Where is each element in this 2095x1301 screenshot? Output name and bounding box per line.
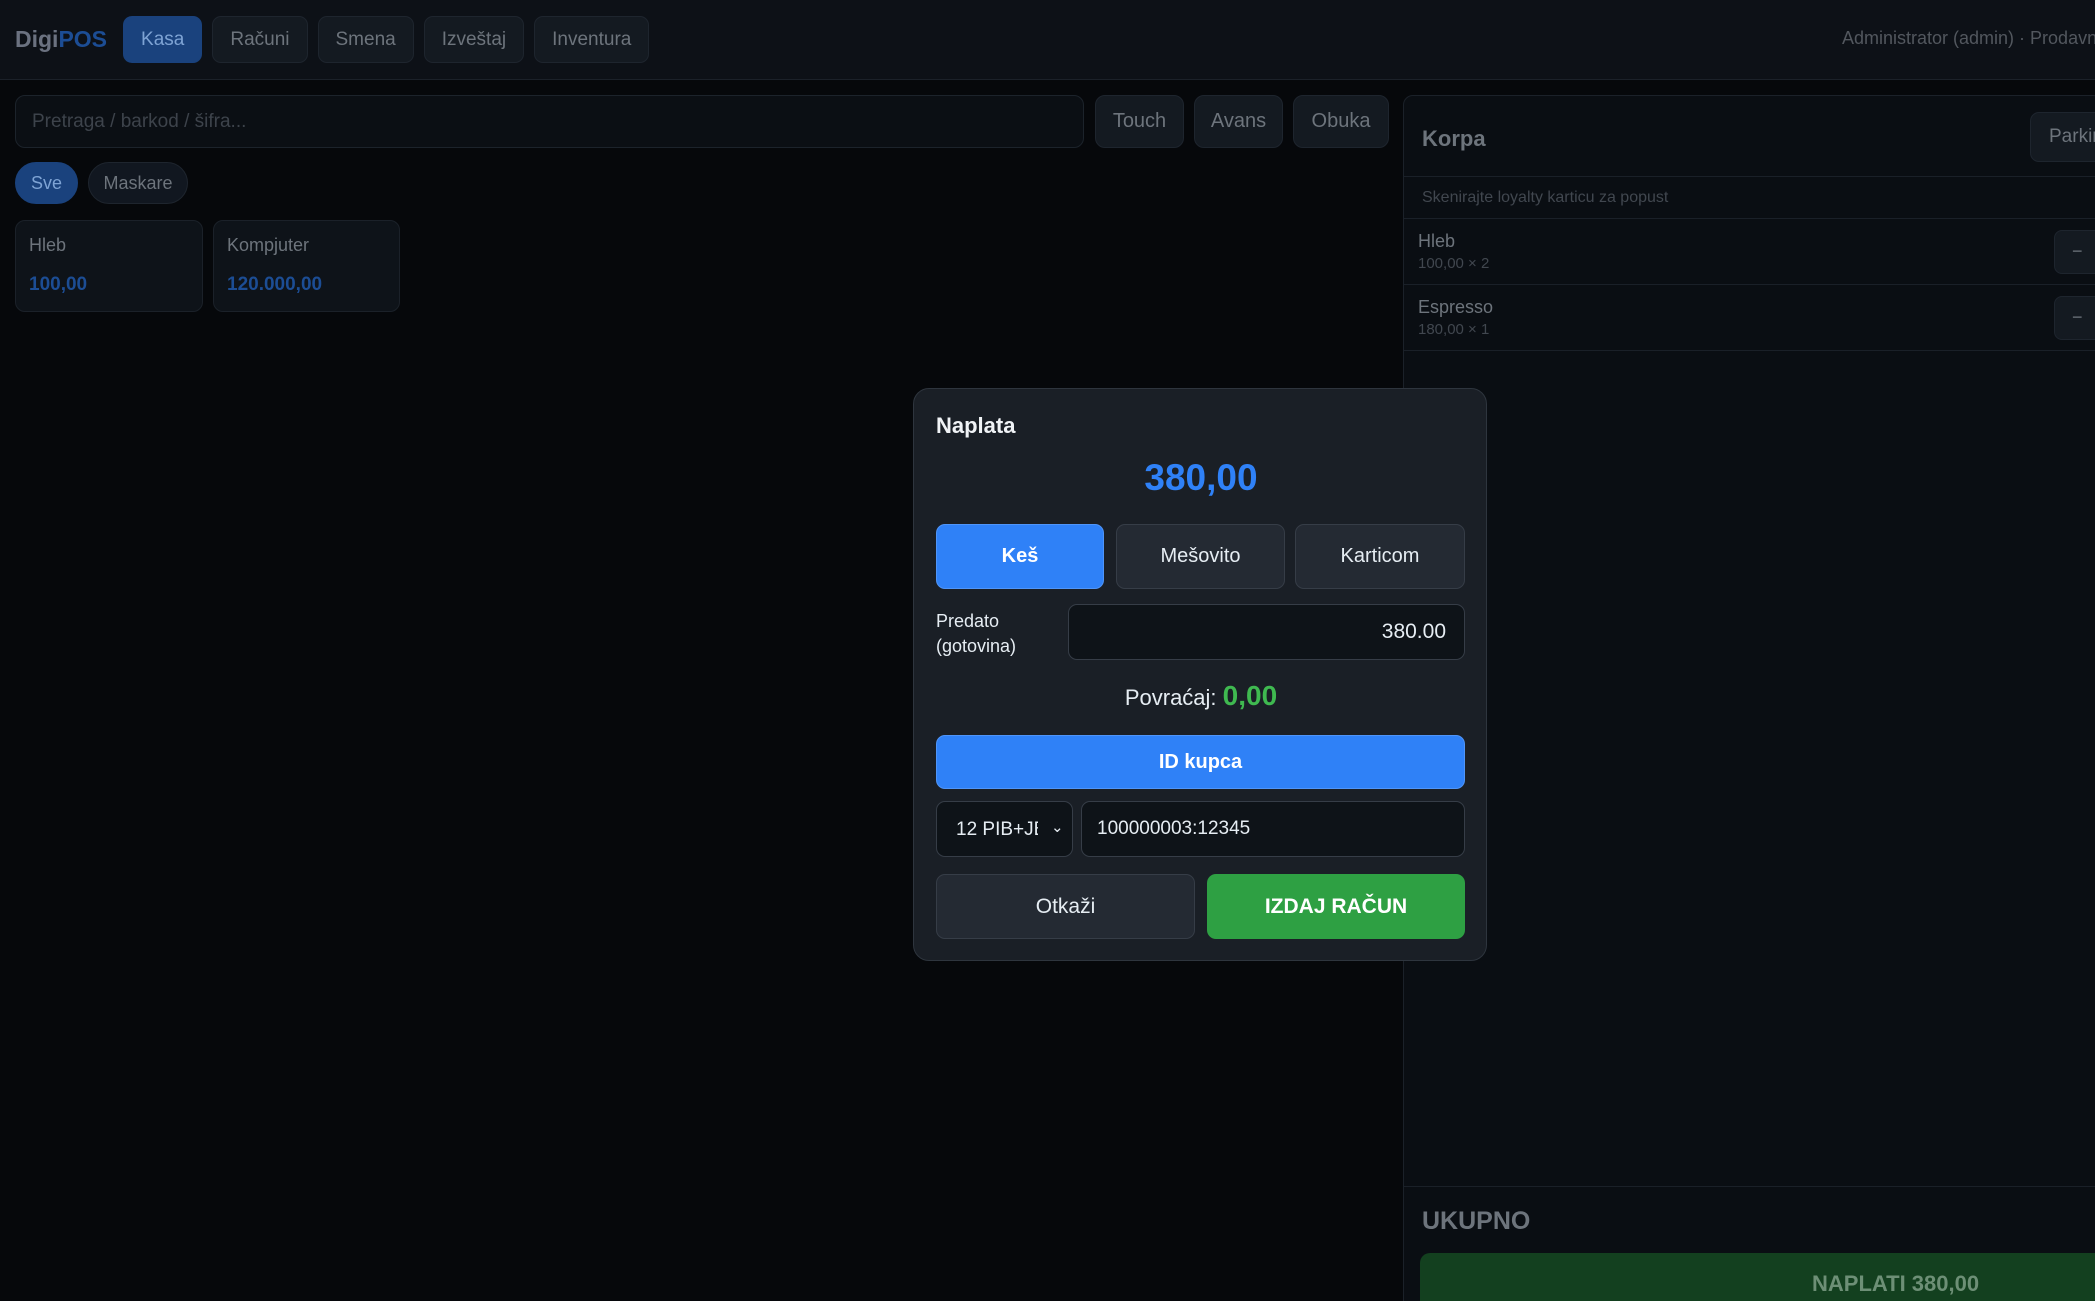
product-name: Hleb: [29, 235, 67, 255]
cart-item-name: Espresso: [1418, 297, 1494, 317]
payment-method-cash[interactable]: Keš: [936, 524, 1104, 589]
logo-part-digi: Digi: [15, 26, 59, 52]
cart-divider: [1404, 218, 2095, 219]
cart-item-qty: 180,00 × 1: [1418, 321, 1490, 338]
change-value: 0,00: [1222, 680, 1278, 711]
nav-tab-smena[interactable]: Smena: [317, 16, 414, 63]
nav-tab-racuni[interactable]: Računi: [212, 16, 308, 63]
buyer-id-input[interactable]: [1081, 801, 1465, 857]
payment-amount: 380,00: [1144, 457, 1258, 498]
payment-method-mixed[interactable]: Mešovito: [1116, 524, 1285, 589]
tendered-label-line1: Predato: [936, 611, 1000, 631]
cart-divider: [1404, 1186, 2095, 1187]
decrease-qty-button[interactable]: −: [2054, 296, 2095, 340]
chevron-down-icon: ⌄: [1051, 819, 1064, 836]
payment-modal: Naplata 380,00 Keš Mešovito Karticom Pre…: [913, 388, 1487, 961]
product-name: Kompjuter: [227, 235, 310, 255]
nav-tab-kasa[interactable]: Kasa: [123, 16, 203, 63]
cart-item: Hleb 100,00 × 2: [1418, 231, 1489, 272]
cancel-button[interactable]: Otkaži: [936, 874, 1195, 939]
cart-title: Korpa: [1422, 126, 1486, 151]
loyalty-hint: Skenirajte loyalty karticu za popust: [1422, 189, 1669, 206]
decrease-qty-button[interactable]: −: [2054, 230, 2095, 274]
product-price: 100,00: [29, 274, 88, 295]
buyer-id-type-select[interactable]: 12 PIB+JBKJS ⌄: [936, 801, 1073, 857]
cart-divider: [1404, 350, 2095, 351]
cart-total-label: UKUPNO: [1422, 1207, 1531, 1235]
change-label: Povraćaj:: [1124, 685, 1217, 710]
avans-button[interactable]: Avans: [1194, 95, 1283, 148]
tendered-input[interactable]: [1068, 604, 1465, 660]
cart-item: Espresso 180,00 × 1: [1418, 297, 1493, 338]
cart-item-qty: 100,00 × 2: [1418, 255, 1490, 272]
app-logo: DigiPOS: [15, 26, 107, 53]
cart-item-name: Hleb: [1418, 231, 1456, 251]
category-chip-maskare[interactable]: Maskare: [88, 162, 188, 204]
cart-panel: Korpa Parkir Skenirajte loyalty karticu …: [1403, 95, 2095, 1301]
touch-button[interactable]: Touch: [1095, 95, 1184, 148]
tendered-label-line2: (gotovina): [936, 636, 1017, 656]
payment-method-card[interactable]: Karticom: [1295, 524, 1465, 589]
obuka-button[interactable]: Obuka: [1293, 95, 1389, 148]
top-nav-bar: DigiPOS Kasa Računi Smena Izveštaj Inven…: [0, 0, 2095, 80]
category-chip-sve[interactable]: Sve: [15, 162, 78, 204]
product-price: 120.000,00: [227, 274, 323, 295]
tendered-label: Predato (gotovina): [936, 609, 1016, 659]
issue-receipt-button[interactable]: IZDAJ RAČUN: [1207, 874, 1465, 939]
checkout-button[interactable]: NAPLATI 380,00: [1420, 1253, 2095, 1301]
nav-tab-inventura[interactable]: Inventura: [534, 16, 650, 63]
modal-title: Naplata: [936, 413, 1016, 438]
nav-tab-izvestaj[interactable]: Izveštaj: [423, 16, 525, 63]
search-input[interactable]: Pretraga / barkod / šifra...: [15, 95, 1084, 148]
user-info: Administrator (admin) · Prodavnic: [1842, 28, 2095, 48]
park-button[interactable]: Parkir: [2030, 112, 2095, 162]
buyer-id-button[interactable]: ID kupca: [936, 735, 1465, 789]
change-display: Povraćaj: 0,00: [914, 680, 1488, 712]
logo-part-pos: POS: [58, 26, 108, 52]
cart-divider: [1404, 176, 2095, 177]
buyer-id-type-value: 12 PIB+JBKJS: [956, 819, 1038, 840]
cart-divider: [1404, 284, 2095, 285]
product-card-kompjuter[interactable]: Kompjuter 120.000,00: [213, 220, 400, 312]
product-card-hleb[interactable]: Hleb 100,00: [15, 220, 203, 312]
